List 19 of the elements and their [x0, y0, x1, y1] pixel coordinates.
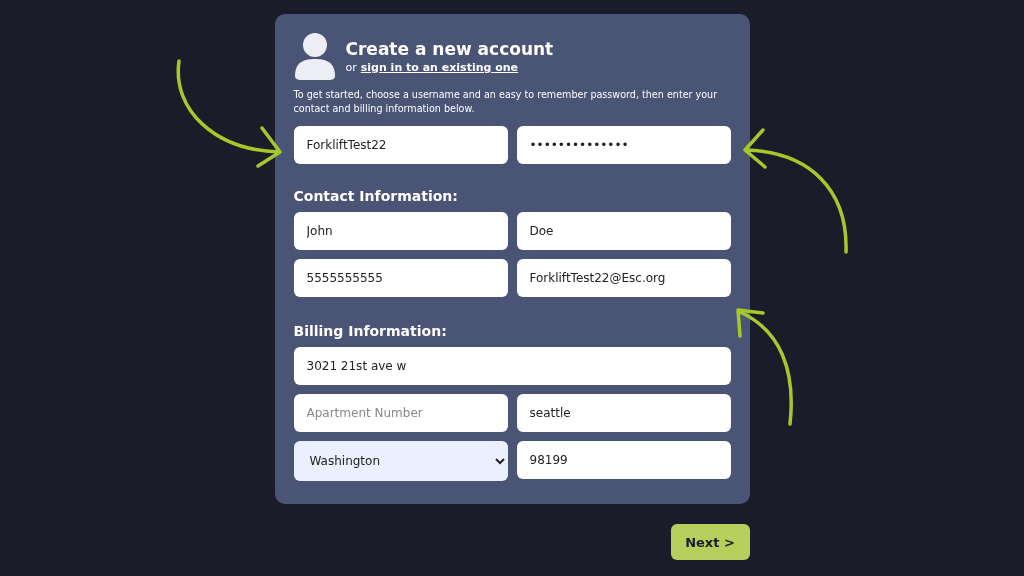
input-field[interactable]: •••••••••••••• [516, 126, 731, 164]
sign-in-link[interactable]: sign in to an existing one [360, 60, 519, 74]
input-field[interactable]: 3021 21st ave w [293, 347, 731, 385]
input-field[interactable]: Doe [516, 212, 731, 250]
input-field[interactable]: ForkliftTest22@Esc.org [516, 259, 731, 297]
input-field[interactable]: 5555555555 [293, 259, 508, 297]
section-heading: Billing Information: [293, 323, 448, 339]
section-heading: Contact Information: [293, 188, 459, 204]
or-text: or [345, 60, 357, 74]
intro-text: To get started, choose a username and an easy to remember password, then enter your contact and billing information below. [293, 88, 719, 116]
page-title: Create a new account [345, 38, 554, 59]
input-field[interactable]: Apartment Number [293, 394, 508, 432]
user-avatar-icon [293, 32, 336, 80]
input-field[interactable]: John [293, 212, 508, 250]
next-button[interactable]: Next > [670, 524, 750, 560]
state-dropdown[interactable]: Washington [293, 441, 508, 481]
input-field[interactable]: ForkliftTest22 [293, 126, 508, 164]
input-field[interactable]: seattle [516, 394, 731, 432]
input-field[interactable]: 98199 [516, 441, 731, 479]
